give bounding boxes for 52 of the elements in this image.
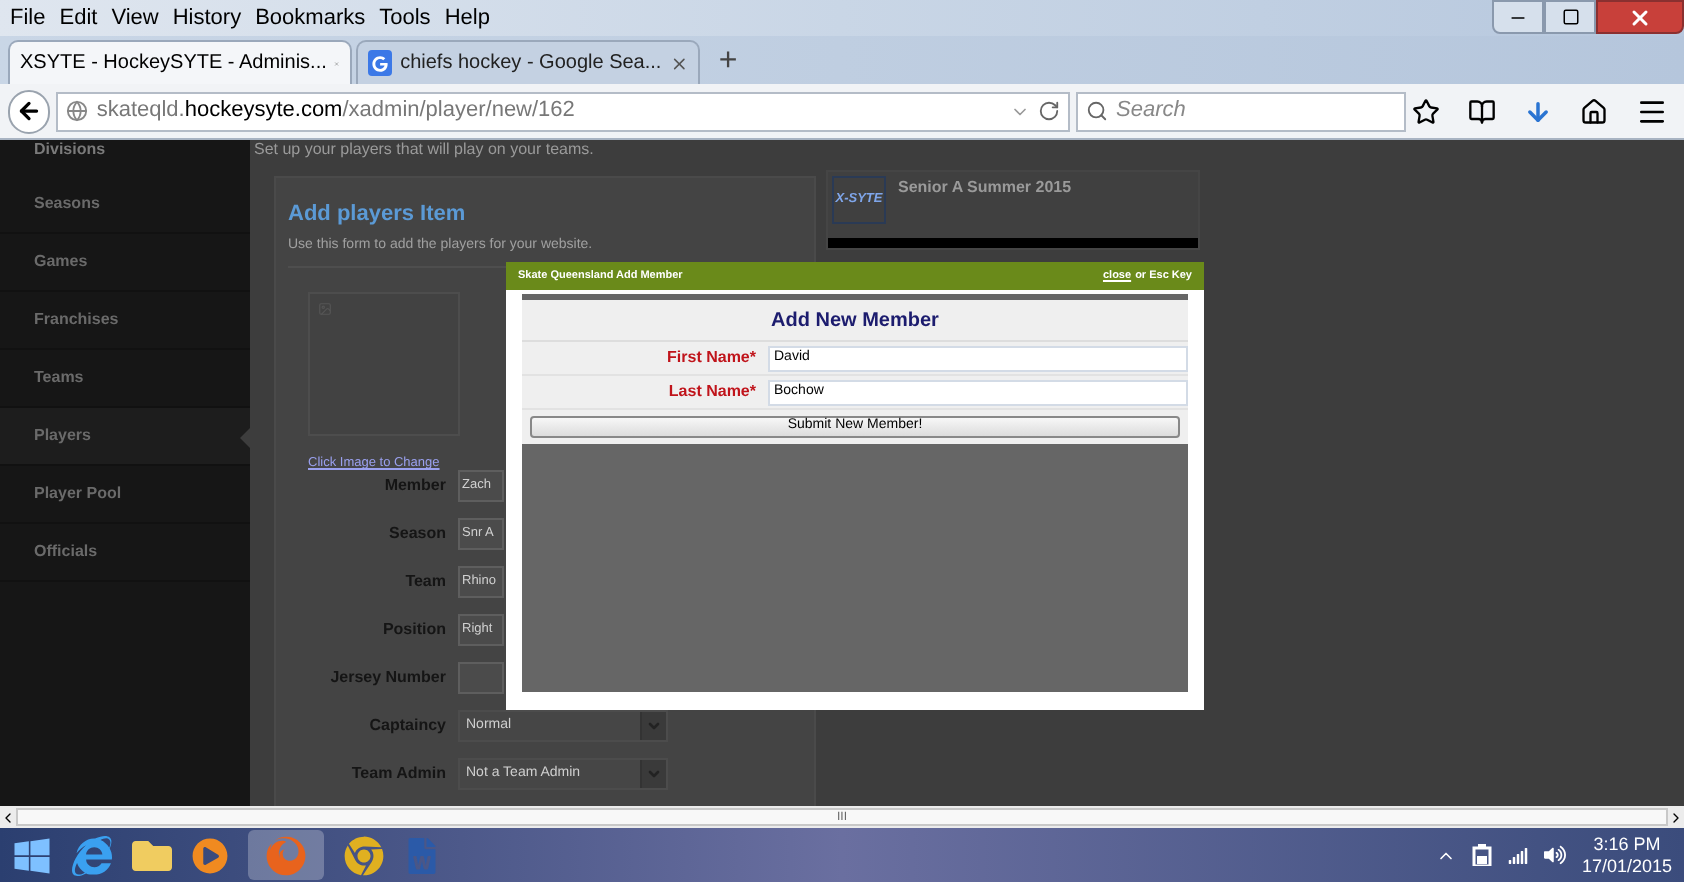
scroll-right-icon[interactable] — [1668, 809, 1684, 825]
url-bar[interactable]: skateqld.hockeysyte.com/xadmin/player/new/162 — [56, 91, 1070, 131]
search-input[interactable]: Search — [1116, 94, 1396, 128]
reload-icon[interactable] — [1038, 100, 1060, 122]
new-tab-button[interactable]: + — [704, 40, 752, 84]
close-icon — [1628, 5, 1652, 29]
scroll-left-icon[interactable] — [0, 809, 16, 825]
media-player-icon[interactable] — [192, 837, 228, 873]
browser-tab[interactable]: XSYTE - HockeySYTE - Adminis... — [8, 40, 352, 84]
menu-item[interactable]: Edit — [59, 1, 98, 35]
sidebar-item[interactable]: Divisions — [0, 140, 250, 176]
close-tab-icon[interactable] — [669, 53, 688, 73]
signal-icon[interactable] — [1507, 845, 1528, 865]
clock-time[interactable]: 3:16 PM — [1593, 833, 1661, 855]
search-icon — [1086, 100, 1108, 122]
page-subtitle: Set up your players that will play on your teams. — [252, 140, 596, 160]
menu-item[interactable]: Tools — [379, 1, 431, 35]
browser-e-icon[interactable] — [72, 835, 112, 875]
maximize-button[interactable] — [1544, 0, 1596, 34]
menu-item[interactable]: History — [172, 1, 242, 35]
home-icon[interactable] — [1580, 97, 1608, 125]
back-button[interactable] — [8, 89, 51, 133]
panel-heading: Add New Member — [522, 300, 1188, 342]
back-arrow-icon — [16, 98, 43, 124]
globe-icon — [66, 100, 89, 122]
url-text: skateqld.hockeysyte.com/xadmin/player/new/162 — [96, 96, 575, 127]
battery-icon[interactable] — [1471, 844, 1492, 866]
bookmark-star-icon[interactable] — [1412, 97, 1440, 125]
search-engine-icon — [368, 50, 393, 76]
chrome-icon[interactable] — [344, 835, 384, 875]
menu-item[interactable]: Help — [444, 1, 490, 35]
maximize-icon — [1561, 8, 1579, 26]
start-button-icon[interactable] — [12, 835, 52, 875]
reading-list-icon[interactable] — [1468, 97, 1496, 125]
menu-item[interactable]: View — [111, 1, 159, 35]
field-label: First Name* — [665, 346, 758, 370]
field-label: Last Name* — [666, 380, 758, 404]
folder-icon[interactable] — [132, 835, 172, 875]
input-field[interactable] — [458, 662, 504, 694]
browser-tab[interactable]: chiefs hockey - Google Sea... — [356, 40, 700, 84]
close-button[interactable] — [1596, 0, 1684, 34]
form-title: Add players Item — [288, 200, 468, 230]
active-pointer-icon — [240, 428, 250, 448]
season-title: Senior A Summer 2015 — [898, 176, 1072, 200]
clock-date[interactable]: 17/01/2015 — [1581, 855, 1672, 877]
fox-browser-icon — [266, 835, 306, 875]
menu-item[interactable]: File — [10, 1, 46, 35]
volume-icon[interactable] — [1543, 844, 1566, 866]
search-field[interactable]: Search — [1076, 91, 1406, 131]
download-icon[interactable] — [1524, 97, 1552, 125]
menu-icon[interactable] — [1636, 95, 1668, 127]
menu-item[interactable]: Bookmarks — [255, 1, 366, 35]
